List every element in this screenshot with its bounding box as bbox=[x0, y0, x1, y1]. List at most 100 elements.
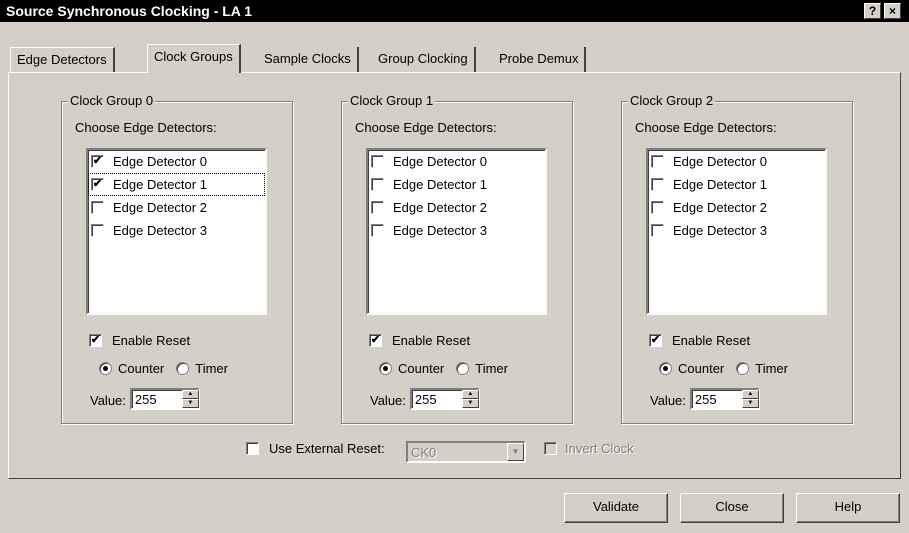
timer-label: Timer bbox=[755, 361, 788, 376]
edge-detector-label: Edge Detector 3 bbox=[113, 223, 207, 238]
tab-edge-detectors[interactable]: Edge Detectors bbox=[10, 47, 115, 72]
value-row: Value: 255 ▲ ▼ bbox=[370, 388, 480, 412]
value-label: Value: bbox=[650, 392, 686, 408]
dropdown-arrow-icon[interactable]: ▼ bbox=[507, 443, 524, 461]
edge-detector-label: Edge Detector 3 bbox=[673, 223, 767, 238]
edge-detector-checkbox[interactable] bbox=[371, 201, 384, 214]
invert-clock-row: Invert Clock bbox=[544, 441, 634, 456]
help-button[interactable]: Help bbox=[796, 493, 900, 523]
edge-detector-item[interactable]: Edge Detector 0 bbox=[648, 150, 825, 173]
external-reset-select[interactable]: CK0 ▼ bbox=[406, 441, 526, 463]
value-stepper[interactable]: 255 ▲ ▼ bbox=[689, 388, 760, 412]
spin-up-icon[interactable]: ▲ bbox=[741, 390, 759, 399]
edge-detector-item[interactable]: ✔ Edge Detector 0 bbox=[88, 150, 265, 173]
use-external-reset-checkbox[interactable] bbox=[246, 442, 259, 455]
edge-detector-label: Edge Detector 2 bbox=[673, 200, 767, 215]
counter-label: Counter bbox=[678, 361, 725, 376]
edge-detector-item[interactable]: Edge Detector 2 bbox=[88, 196, 265, 219]
edge-detector-item[interactable]: Edge Detector 1 bbox=[648, 173, 825, 196]
edge-detector-label: Edge Detector 0 bbox=[673, 154, 767, 169]
edge-detector-checkbox[interactable]: ✔ bbox=[91, 178, 104, 191]
value-row: Value: 255 ▲ ▼ bbox=[90, 388, 200, 412]
enable-reset-row: ✔ Enable Reset bbox=[369, 333, 470, 348]
edge-detector-label: Edge Detector 3 bbox=[393, 223, 487, 238]
clock-group-2: Clock Group 2 Choose Edge Detectors: Edge … bbox=[621, 93, 853, 424]
enable-reset-row: ✔ Enable Reset bbox=[89, 333, 190, 348]
close-icon[interactable]: × bbox=[884, 3, 901, 19]
tab-probe-demux[interactable]: Probe Demux bbox=[493, 47, 587, 72]
value-stepper[interactable]: 255 ▲ ▼ bbox=[129, 388, 200, 412]
use-external-reset-label: Use External Reset: bbox=[269, 441, 385, 456]
timer-radio[interactable] bbox=[736, 362, 750, 375]
spin-down-icon[interactable]: ▼ bbox=[741, 399, 759, 408]
edge-detector-item[interactable]: ✔ Edge Detector 1 bbox=[88, 173, 265, 196]
window-title: Source Synchronous Clocking - LA 1 bbox=[6, 3, 253, 19]
tab-sample-clocks[interactable]: Sample Clocks bbox=[258, 47, 359, 72]
edge-detector-checkbox[interactable] bbox=[91, 201, 104, 214]
invert-clock-label: Invert Clock bbox=[565, 441, 634, 456]
choose-edge-detectors-label: Choose Edge Detectors: bbox=[355, 120, 497, 135]
counter-radio[interactable] bbox=[659, 362, 672, 375]
edge-detector-item[interactable]: Edge Detector 1 bbox=[368, 173, 545, 196]
edge-detector-item[interactable]: Edge Detector 3 bbox=[88, 219, 265, 242]
close-button[interactable]: Close bbox=[680, 493, 784, 523]
clock-group-title: Clock Group 2 bbox=[628, 93, 716, 108]
edge-detector-item[interactable]: Edge Detector 0 bbox=[368, 150, 545, 173]
edge-detector-checkbox[interactable] bbox=[651, 201, 664, 214]
mode-radio-row: Counter Timer bbox=[99, 361, 228, 376]
external-reset-value: CK0 bbox=[411, 445, 437, 460]
timer-radio[interactable] bbox=[456, 362, 470, 375]
edge-detector-checkbox[interactable] bbox=[651, 155, 664, 168]
counter-radio[interactable] bbox=[379, 362, 392, 375]
enable-reset-checkbox[interactable]: ✔ bbox=[89, 334, 102, 347]
enable-reset-label: Enable Reset bbox=[672, 333, 751, 348]
edge-detector-checkbox[interactable] bbox=[371, 224, 384, 237]
counter-radio[interactable] bbox=[99, 362, 112, 375]
tab-group-clocking[interactable]: Group Clocking bbox=[372, 47, 476, 72]
clock-group-0: Clock Group 0 Choose Edge Detectors: ✔ Edge… bbox=[61, 93, 293, 424]
edge-detector-label: Edge Detector 0 bbox=[393, 154, 487, 169]
edge-detector-checkbox[interactable] bbox=[371, 155, 384, 168]
tab-clock-groups[interactable]: Clock Groups bbox=[147, 44, 241, 73]
edge-detector-list[interactable]: Edge Detector 0 Edge Detector 1 Edge Detec… bbox=[646, 148, 827, 315]
edge-detector-checkbox[interactable]: ✔ bbox=[91, 155, 104, 168]
value-row: Value: 255 ▲ ▼ bbox=[650, 388, 760, 412]
edge-detector-list[interactable]: ✔ Edge Detector 0 ✔ Edge Detector 1 Edge Det… bbox=[86, 148, 267, 315]
title-bar: Source Synchronous Clocking - LA 1 ? × bbox=[0, 0, 909, 22]
counter-label: Counter bbox=[118, 361, 165, 376]
edge-detector-checkbox[interactable] bbox=[651, 178, 664, 191]
timer-radio[interactable] bbox=[176, 362, 190, 375]
clock-group-1: Clock Group 1 Choose Edge Detectors: Edge … bbox=[341, 93, 573, 424]
spin-up-icon[interactable]: ▲ bbox=[181, 390, 199, 399]
edge-detector-item[interactable]: Edge Detector 3 bbox=[648, 219, 825, 242]
choose-edge-detectors-label: Choose Edge Detectors: bbox=[75, 120, 217, 135]
validate-button[interactable]: Validate bbox=[564, 493, 668, 523]
edge-detector-checkbox[interactable] bbox=[371, 178, 384, 191]
value-stepper[interactable]: 255 ▲ ▼ bbox=[409, 388, 480, 412]
edge-detector-label: Edge Detector 2 bbox=[393, 200, 487, 215]
mode-radio-row: Counter Timer bbox=[379, 361, 508, 376]
edge-detector-checkbox[interactable] bbox=[651, 224, 664, 237]
mode-radio-row: Counter Timer bbox=[659, 361, 788, 376]
spin-down-icon[interactable]: ▼ bbox=[461, 399, 479, 408]
edge-detector-label: Edge Detector 1 bbox=[393, 177, 487, 192]
invert-clock-checkbox[interactable] bbox=[544, 442, 557, 455]
enable-reset-checkbox[interactable]: ✔ bbox=[649, 334, 662, 347]
edge-detector-checkbox[interactable] bbox=[91, 224, 104, 237]
clock-group-title: Clock Group 0 bbox=[68, 93, 156, 108]
enable-reset-row: ✔ Enable Reset bbox=[649, 333, 750, 348]
edge-detector-item[interactable]: Edge Detector 3 bbox=[368, 219, 545, 242]
edge-detector-item[interactable]: Edge Detector 2 bbox=[648, 196, 825, 219]
edge-detector-item[interactable]: Edge Detector 2 bbox=[368, 196, 545, 219]
spin-down-icon[interactable]: ▼ bbox=[181, 399, 199, 408]
clock-group-title: Clock Group 1 bbox=[348, 93, 436, 108]
help-icon[interactable]: ? bbox=[864, 3, 881, 19]
spin-up-icon[interactable]: ▲ bbox=[461, 390, 479, 399]
enable-reset-checkbox[interactable]: ✔ bbox=[369, 334, 382, 347]
edge-detector-list[interactable]: Edge Detector 0 Edge Detector 1 Edge Detec… bbox=[366, 148, 547, 315]
use-external-reset-row: Use External Reset: bbox=[246, 441, 385, 456]
timer-label: Timer bbox=[195, 361, 228, 376]
timer-label: Timer bbox=[475, 361, 508, 376]
value-label: Value: bbox=[90, 392, 126, 408]
enable-reset-label: Enable Reset bbox=[392, 333, 471, 348]
